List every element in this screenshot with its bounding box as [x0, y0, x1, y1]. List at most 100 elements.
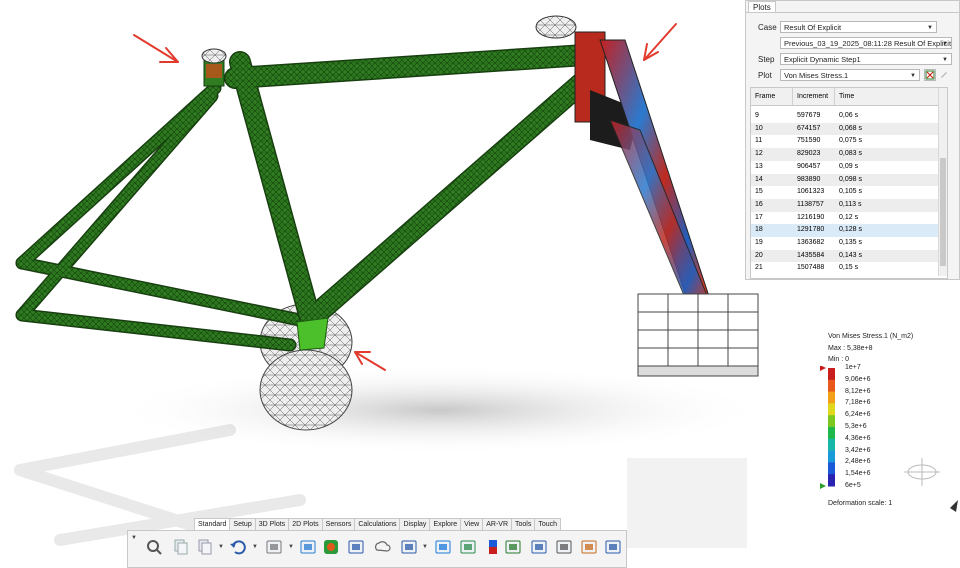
table-row[interactable]: 16 1138757 0,113 s: [751, 198, 939, 212]
cell-frame: 11: [755, 137, 763, 145]
import-icon[interactable]: [299, 538, 317, 556]
cell-increment: 1061323: [797, 188, 825, 196]
command-toolbar: ▼ ▼ ▼ ▼ ▼: [127, 530, 627, 568]
cell-frame: 16: [755, 200, 763, 208]
legend-swatch: [828, 403, 835, 416]
legend-tick-label: 6e+5: [845, 482, 861, 489]
legend-max: Max : 5,38e+8: [828, 345, 873, 352]
table-row[interactable]: 21 1507488 0,15 s: [751, 262, 939, 275]
cell-frame: 14: [755, 175, 763, 183]
legend-swatch: [828, 462, 835, 475]
column-increment[interactable]: Increment: [793, 88, 835, 105]
table-row[interactable]: 18 1291780 0,128 s: [751, 224, 939, 237]
case-value: Result Of Explicit: [784, 23, 842, 32]
toolbar-chevron-icon[interactable]: ▼: [131, 535, 137, 541]
cell-frame: 15: [755, 188, 763, 196]
cell-time: 0,128 s: [839, 226, 862, 234]
legend-swatch: [828, 427, 835, 440]
column-time[interactable]: Time: [835, 88, 939, 105]
mesh-icon[interactable]: [504, 538, 522, 556]
paste-icon[interactable]: [196, 538, 214, 556]
table-row[interactable]: 12 829023 0,083 s: [751, 148, 939, 161]
scrollbar-thumb[interactable]: [940, 158, 946, 266]
case-select[interactable]: Result Of Explicit ▼: [780, 21, 937, 33]
cell-frame: 10: [755, 124, 763, 132]
geometry-icon[interactable]: [265, 538, 283, 556]
zoom-icon[interactable]: [145, 538, 163, 556]
display-options-icon[interactable]: [347, 538, 365, 556]
legend-tick-label: 3,42e+6: [845, 446, 871, 454]
view-layout-icon[interactable]: [400, 538, 418, 556]
legend-swatch: [828, 391, 835, 404]
table-row[interactable]: 19 1363682 0,135 s: [751, 237, 939, 250]
contour-icon[interactable]: [434, 538, 452, 556]
table-row[interactable]: 13 906457 0,09 s: [751, 161, 939, 174]
cell-frame: 21: [755, 264, 763, 272]
legend-min-marker[interactable]: [820, 483, 826, 489]
plot-options-button[interactable]: [924, 69, 936, 81]
cell-time: 0,12 s: [839, 213, 859, 221]
legend-tick-label: 1e+7: [845, 364, 861, 371]
dropdown-chevron-icon[interactable]: ▼: [218, 544, 224, 550]
cell-increment: 674157: [797, 124, 821, 132]
legend-swatch: [828, 415, 835, 428]
plot-value: Von Mises Stress.1: [784, 71, 849, 80]
dropdown-chevron-icon[interactable]: ▼: [252, 544, 258, 550]
table-row[interactable]: 17 1216190 0,12 s: [751, 212, 939, 225]
legend-swatch: [828, 368, 835, 381]
deformation-scale: Deformation scale: 1: [828, 500, 893, 507]
cell-increment: 1507488: [797, 264, 825, 272]
step-select[interactable]: Explicit Dynamic Step1 ▼: [780, 53, 952, 65]
legend-swatch: [828, 450, 835, 463]
table-row[interactable]: 11 751590 0,075 s: [751, 135, 939, 148]
dropdown-chevron-icon[interactable]: ▼: [288, 544, 294, 550]
cell-frame: 18: [755, 226, 763, 234]
table-row[interactable]: 20 1435584 0,143 s: [751, 249, 939, 263]
fork-support-block: [637, 293, 759, 377]
column-frame[interactable]: Frame: [751, 88, 793, 105]
snapshot-icon[interactable]: [604, 538, 622, 556]
edit-plot-button[interactable]: [939, 69, 951, 81]
plot-label: Plot: [758, 71, 772, 80]
grid-icon[interactable]: [459, 538, 477, 556]
copy-icon[interactable]: [172, 538, 190, 556]
legend-swatch: [828, 379, 835, 393]
sensor-icon[interactable]: [555, 538, 573, 556]
step-value: Explicit Dynamic Step1: [784, 55, 861, 64]
cell-time: 0,083 s: [839, 150, 862, 158]
frame-table[interactable]: Frame Increment Time 9 597679 0,06 s 10 6741…: [750, 87, 948, 279]
legend-max-marker[interactable]: [820, 366, 826, 371]
legend-min: Min : 0: [828, 356, 850, 363]
table-row[interactable]: 10 674157 0,068 s: [751, 122, 939, 136]
legend-tick-label: 9,06e+6: [845, 375, 871, 383]
previous-value: Previous_03_19_2025_08:11:28 Result Of E…: [784, 39, 952, 48]
cell-time: 0,135 s: [839, 239, 862, 246]
legend-color-bar: [820, 366, 835, 489]
table-row[interactable]: 9 597679 0,06 s: [751, 110, 939, 123]
colorbar-icon[interactable]: [484, 538, 502, 556]
cell-increment: 1291780: [797, 226, 825, 234]
undo-icon[interactable]: [229, 538, 247, 556]
table-row[interactable]: 15 1061323 0,105 s: [751, 186, 939, 199]
settings-icon[interactable]: [580, 538, 598, 556]
cell-increment: 751590: [797, 137, 821, 145]
stress-legend: Von Mises Stress.1 (N_m2) Max : 5,38e+8 …: [820, 330, 950, 510]
cell-increment: 983890: [797, 175, 821, 183]
plot-select[interactable]: Von Mises Stress.1 ▼: [780, 69, 920, 81]
stress-plot-icon[interactable]: [322, 538, 340, 556]
camera-icon[interactable]: [530, 538, 548, 556]
legend-tick-label: 1,54e+6: [845, 470, 871, 478]
main-triangle: [224, 44, 596, 329]
table-row[interactable]: 14 983890 0,098 s: [751, 173, 939, 187]
cell-increment: 1363682: [797, 239, 825, 246]
cell-frame: 9: [755, 112, 759, 119]
legend-tick-label: 8,12e+6: [845, 387, 871, 395]
cell-time: 0,09 s: [839, 162, 859, 170]
cell-time: 0,06 s: [839, 112, 859, 119]
cloud-icon[interactable]: [373, 538, 391, 556]
cell-time: 0,068 s: [839, 124, 862, 132]
previous-result-select[interactable]: Previous_03_19_2025_08:11:28 Result Of E…: [780, 37, 952, 49]
cell-frame: 13: [755, 162, 763, 170]
dropdown-chevron-icon[interactable]: ▼: [422, 544, 428, 550]
table-scrollbar[interactable]: [938, 88, 947, 276]
